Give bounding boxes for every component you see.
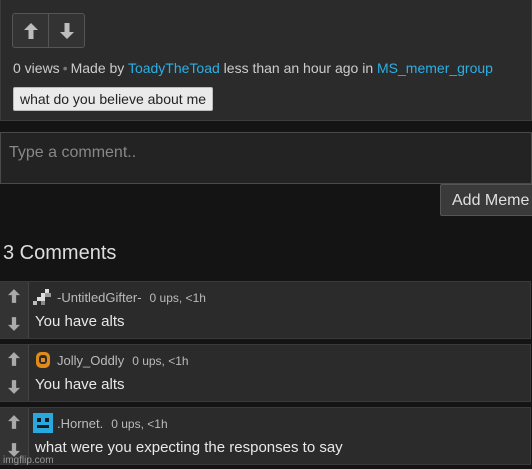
comment-upvote-button[interactable] — [0, 282, 28, 310]
arrow-down-icon — [8, 317, 20, 331]
comment-upvote-button[interactable] — [0, 345, 28, 373]
blue-robot-icon[interactable] — [33, 413, 53, 433]
post-meta: 0 views • Made by ToadyTheToad less than a… — [13, 60, 493, 76]
add-meme-button[interactable]: Add Meme — [440, 184, 532, 216]
comment-username[interactable]: -UntitledGifter- — [57, 290, 142, 305]
comment-user-line: -UntitledGifter- 0 ups, <1h — [57, 290, 206, 305]
comment-username[interactable]: .Hornet. — [57, 416, 103, 431]
comment-downvote-button[interactable] — [0, 373, 28, 401]
comment-meta: 0 ups, <1h — [111, 417, 168, 431]
arrow-down-icon — [59, 22, 74, 39]
group-link[interactable]: MS_memer_group — [377, 60, 493, 76]
comment-item: .Hornet. 0 ups, <1h what were you expecti… — [0, 407, 531, 465]
comment-downvote-button[interactable] — [0, 310, 28, 338]
comment-meta: 0 ups, <1h — [132, 354, 189, 368]
author-link[interactable]: ToadyTheToad — [128, 60, 220, 76]
downvote-button[interactable] — [48, 14, 84, 47]
orange-face-icon[interactable] — [33, 350, 53, 370]
arrow-up-icon — [8, 289, 20, 303]
comment-box — [0, 132, 532, 184]
separator-dot: • — [62, 60, 68, 76]
post-tag[interactable]: what do you believe about me — [13, 87, 214, 111]
comment-user-line: .Hornet. 0 ups, <1h — [57, 416, 168, 431]
comment-text: what were you expecting the responses to… — [35, 439, 343, 456]
upvote-button[interactable] — [13, 14, 48, 47]
time-text: less than an hour ago in — [223, 60, 374, 76]
arrow-up-icon — [23, 22, 38, 39]
view-count: 0 views — [13, 60, 60, 76]
comment-username[interactable]: Jolly_Oddly — [57, 353, 124, 368]
comment-text: You have alts — [35, 313, 125, 330]
post-vote-group — [12, 13, 85, 48]
comment-item: -UntitledGifter- 0 ups, <1h You have alts — [0, 281, 531, 339]
post-panel: 0 views • Made by ToadyTheToad less than a… — [0, 0, 532, 121]
pixel-sprite-icon[interactable] — [33, 287, 53, 307]
comment-meta: 0 ups, <1h — [149, 291, 206, 305]
comment-vote-group — [0, 282, 29, 338]
comments-title: 3 Comments — [3, 242, 117, 264]
comment-input[interactable] — [7, 137, 511, 169]
arrow-up-icon — [8, 352, 20, 366]
made-by-label: Made by — [70, 60, 125, 76]
comment-vote-group — [0, 345, 29, 401]
comment-item: Jolly_Oddly 0 ups, <1h You have alts — [0, 344, 531, 402]
arrow-up-icon — [8, 415, 20, 429]
comment-user-line: Jolly_Oddly 0 ups, <1h — [57, 353, 189, 368]
comment-text: You have alts — [35, 376, 125, 393]
comment-upvote-button[interactable] — [0, 408, 28, 436]
watermark: imgflip.com — [3, 455, 54, 466]
arrow-down-icon — [8, 380, 20, 394]
